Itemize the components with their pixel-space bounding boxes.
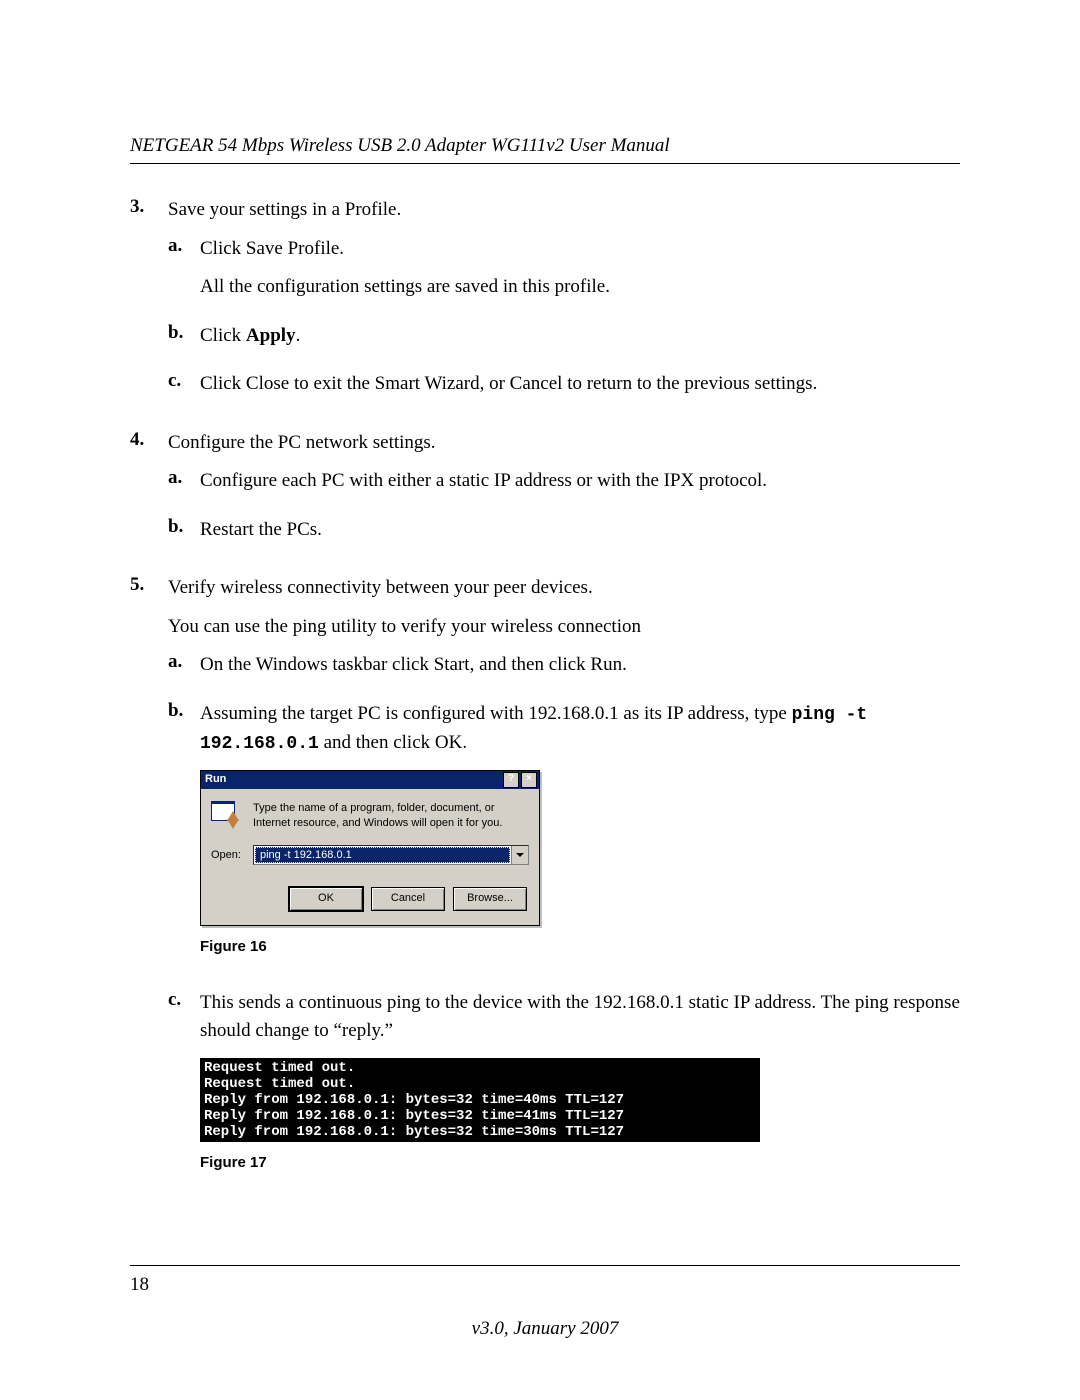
- substep-text: Click Close to exit the Smart Wizard, or…: [200, 370, 960, 399]
- cancel-button[interactable]: Cancel: [371, 887, 445, 911]
- sub-list: a. Click Save Profile. All the configura…: [168, 235, 960, 409]
- run-title: Run: [205, 771, 226, 788]
- terminal-line: Reply from 192.168.0.1: bytes=32 time=30…: [204, 1124, 624, 1140]
- run-description-row: Type the name of a program, folder, docu…: [211, 801, 529, 832]
- substep-label: c.: [168, 370, 200, 409]
- substep-label: b.: [168, 322, 200, 361]
- substep-label: a.: [168, 651, 200, 690]
- substep-label: a.: [168, 235, 200, 312]
- step-text: Configure the PC network settings.: [168, 429, 960, 458]
- ok-button[interactable]: OK: [289, 887, 363, 911]
- step-number: 3.: [130, 196, 168, 419]
- substep-text: This sends a continuous ping to the devi…: [200, 989, 960, 1046]
- substep-4b: b. Restart the PCs.: [168, 516, 960, 555]
- terminal-output: Request timed out. Request timed out. Re…: [200, 1058, 760, 1142]
- run-body: Type the name of a program, folder, docu…: [201, 789, 539, 926]
- close-button[interactable]: ×: [521, 772, 537, 788]
- substep-text: On the Windows taskbar click Start, and …: [200, 651, 960, 680]
- substep-3b: b. Click Apply.: [168, 322, 960, 361]
- figure-17: Request timed out. Request timed out. Re…: [200, 1058, 960, 1175]
- bold-text: Apply: [246, 325, 296, 346]
- substep-text: Click Apply.: [200, 322, 960, 351]
- version-text: v3.0, January 2007: [130, 1318, 960, 1340]
- run-titlebar: Run ? ×: [201, 771, 539, 789]
- text: Click: [200, 325, 246, 346]
- run-dialog: Run ? ×: [200, 770, 540, 927]
- figure-16: Run ? ×: [200, 770, 960, 959]
- substep-5c: c. This sends a continuous ping to the d…: [168, 989, 960, 1195]
- document-page: NETGEAR 54 Mbps Wireless USB 2.0 Adapter…: [0, 0, 1080, 1400]
- step-text: Verify wireless connectivity between you…: [168, 574, 960, 603]
- step-3: 3. Save your settings in a Profile. a. C…: [130, 196, 960, 419]
- step-intro: You can use the ping utility to verify y…: [168, 613, 960, 642]
- substep-5a: a. On the Windows taskbar click Start, a…: [168, 651, 960, 690]
- footer-rule: 18 v3.0, January 2007: [130, 1265, 960, 1340]
- browse-button[interactable]: Browse...: [453, 887, 527, 911]
- dropdown-arrow-icon[interactable]: [511, 846, 528, 864]
- run-description: Type the name of a program, folder, docu…: [253, 801, 529, 832]
- substep-text: Assuming the target PC is configured wit…: [200, 700, 960, 758]
- figure-caption: Figure 17: [200, 1152, 960, 1175]
- substep-text: Click Save Profile.: [200, 235, 960, 264]
- header-title: NETGEAR 54 Mbps Wireless USB 2.0 Adapter…: [130, 135, 960, 164]
- open-field[interactable]: ping -t 192.168.0.1: [253, 845, 529, 865]
- run-open-row: Open: ping -t 192.168.0.1: [211, 845, 529, 865]
- sub-list: a. On the Windows taskbar click Start, a…: [168, 651, 960, 1195]
- text: Assuming the target PC is configured wit…: [200, 703, 792, 724]
- open-label: Open:: [211, 847, 243, 864]
- substep-label: c.: [168, 989, 200, 1195]
- substep-3c: c. Click Close to exit the Smart Wizard,…: [168, 370, 960, 409]
- step-5: 5. Verify wireless connectivity between …: [130, 574, 960, 1205]
- substep-text: Restart the PCs.: [200, 516, 960, 545]
- window-controls: ? ×: [503, 772, 537, 788]
- page-number: 18: [130, 1274, 960, 1296]
- sub-list: a. Configure each PC with either a stati…: [168, 467, 960, 554]
- terminal-line: Reply from 192.168.0.1: bytes=32 time=40…: [204, 1092, 624, 1108]
- figure-caption: Figure 16: [200, 936, 960, 959]
- main-ordered-list: 3. Save your settings in a Profile. a. C…: [130, 196, 960, 1205]
- step-4: 4. Configure the PC network settings. a.…: [130, 429, 960, 565]
- substep-label: a.: [168, 467, 200, 506]
- text: .: [296, 325, 301, 346]
- substep-3a: a. Click Save Profile. All the configura…: [168, 235, 960, 312]
- substep-text: Configure each PC with either a static I…: [200, 467, 960, 496]
- terminal-line: Reply from 192.168.0.1: bytes=32 time=41…: [204, 1108, 624, 1124]
- terminal-line: Request timed out.: [204, 1076, 355, 1092]
- open-input-value[interactable]: ping -t 192.168.0.1: [255, 847, 510, 863]
- text: and then click OK.: [319, 732, 467, 753]
- substep-text: All the configuration settings are saved…: [200, 273, 960, 302]
- substep-4a: a. Configure each PC with either a stati…: [168, 467, 960, 506]
- step-number: 4.: [130, 429, 168, 565]
- substep-label: b.: [168, 700, 200, 979]
- step-text: Save your settings in a Profile.: [168, 196, 960, 225]
- terminal-line: Request timed out.: [204, 1060, 355, 1076]
- run-buttons: OK Cancel Browse...: [211, 887, 529, 911]
- step-number: 5.: [130, 574, 168, 1205]
- substep-5b: b. Assuming the target PC is configured …: [168, 700, 960, 979]
- help-button[interactable]: ?: [503, 772, 519, 788]
- substep-label: b.: [168, 516, 200, 555]
- run-icon: [211, 801, 243, 829]
